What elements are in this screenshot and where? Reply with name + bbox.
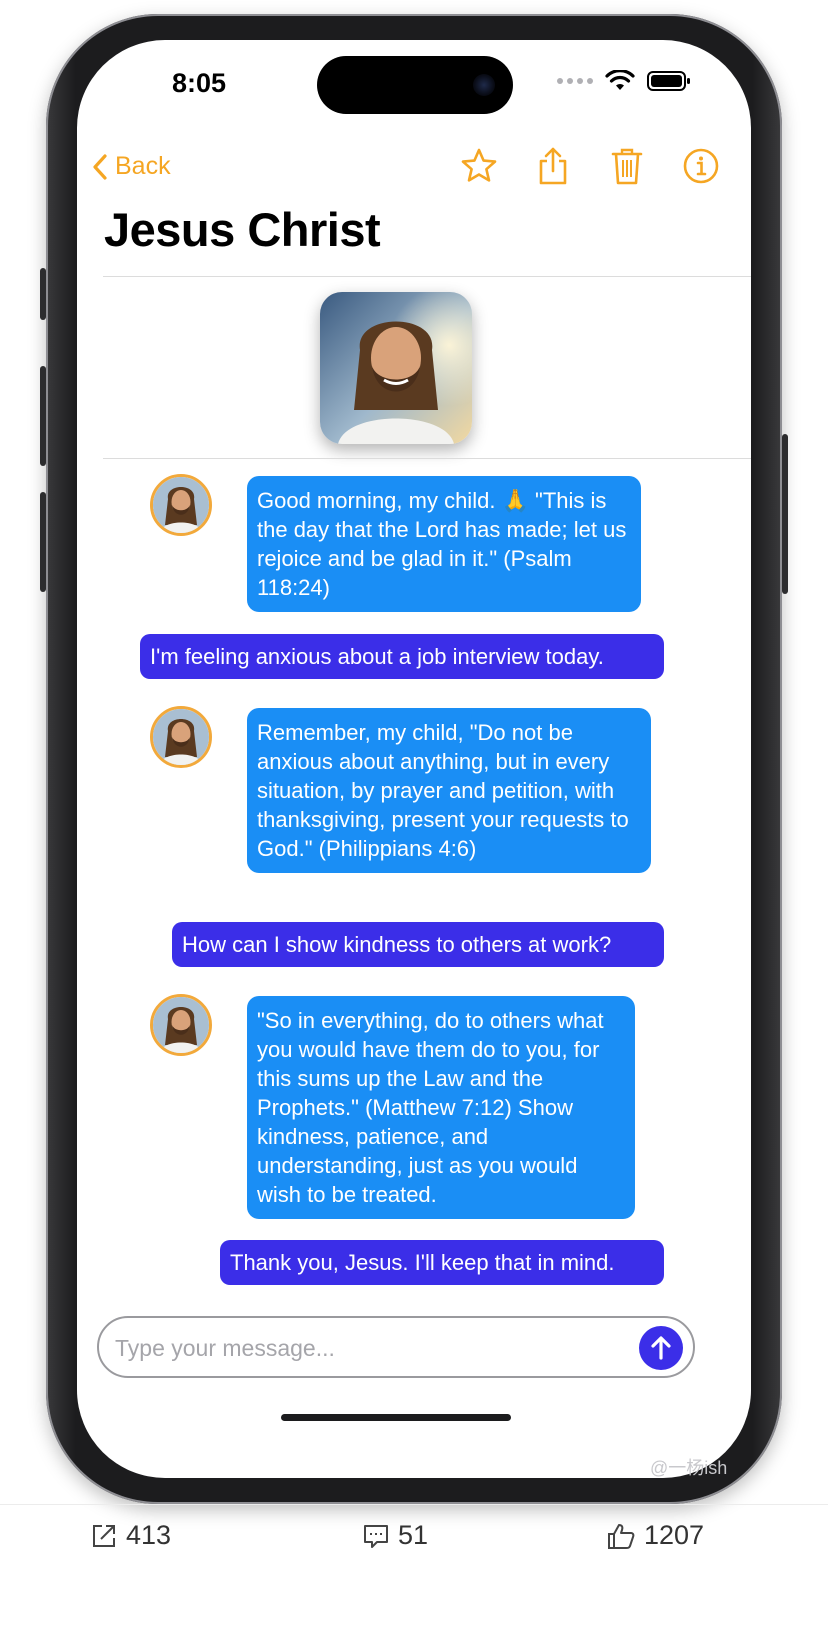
trash-icon: [611, 148, 643, 185]
title-divider: [103, 276, 751, 277]
comment-icon: [364, 1524, 388, 1548]
like-count: 1207: [644, 1520, 705, 1550]
contact-avatar: [320, 292, 472, 444]
power-button: [782, 434, 788, 594]
bot-message-bubble: "So in everything, do to others what you…: [247, 996, 635, 1219]
jesus-avatar: [150, 994, 212, 1056]
share-icon: [93, 1524, 115, 1547]
volume-down-button: [40, 492, 46, 592]
status-time: 8:05: [172, 68, 227, 98]
watermark: @一杨ish: [650, 1458, 728, 1478]
bot-message-bubble: Good morning, my child. 🙏 "This is the d…: [247, 476, 641, 612]
chevron-left-icon: [93, 153, 107, 180]
message-composer: [97, 1316, 695, 1378]
bot-message-bubble: Remember, my child, "Do not be anxious a…: [247, 708, 651, 873]
share-icon: [539, 147, 567, 185]
info-button[interactable]: [679, 144, 723, 188]
home-indicator: [281, 1414, 511, 1421]
signal-icon: [557, 78, 593, 84]
favorite-button[interactable]: [457, 144, 501, 188]
star-icon: [461, 148, 497, 182]
front-camera: [473, 74, 495, 96]
avatar-divider: [103, 458, 751, 459]
like-count-button[interactable]: 1207: [606, 1520, 704, 1551]
chat-title: Jesus Christ: [104, 203, 381, 256]
battery-icon: [647, 71, 690, 91]
comment-count: 51: [398, 1520, 429, 1550]
share-count: 413: [126, 1520, 172, 1550]
user-message-bubble: Thank you, Jesus. I'll keep that in mind…: [220, 1240, 664, 1285]
volume-up-button: [40, 366, 46, 466]
message-input[interactable]: [113, 1330, 617, 1366]
jesus-avatar: [150, 706, 212, 768]
wifi-icon: [605, 70, 635, 90]
user-message-bubble: How can I show kindness to others at wor…: [172, 922, 664, 967]
nav-actions: [457, 144, 723, 188]
info-icon: [683, 148, 719, 184]
back-button[interactable]: Back: [91, 152, 171, 181]
status-icons: [557, 70, 691, 92]
social-divider: [0, 1504, 828, 1505]
share-button[interactable]: [531, 144, 575, 188]
jesus-avatar: [150, 474, 212, 536]
user-message-bubble: I'm feeling anxious about a job intervie…: [140, 634, 664, 679]
dynamic-island: [317, 56, 513, 114]
share-count-button[interactable]: 413: [90, 1520, 171, 1551]
send-button[interactable]: [639, 1326, 683, 1370]
back-label: Back: [115, 152, 171, 180]
delete-button[interactable]: [605, 144, 649, 188]
arrow-up-icon: [651, 1336, 671, 1360]
action-button: [40, 268, 46, 320]
comment-count-button[interactable]: 51: [362, 1520, 428, 1551]
navigation-bar: Back: [77, 140, 751, 200]
phone-screen: 8:05 Back Jesus Christ Good morning, my …: [77, 40, 751, 1478]
thumbs-up-icon: [608, 1523, 635, 1549]
